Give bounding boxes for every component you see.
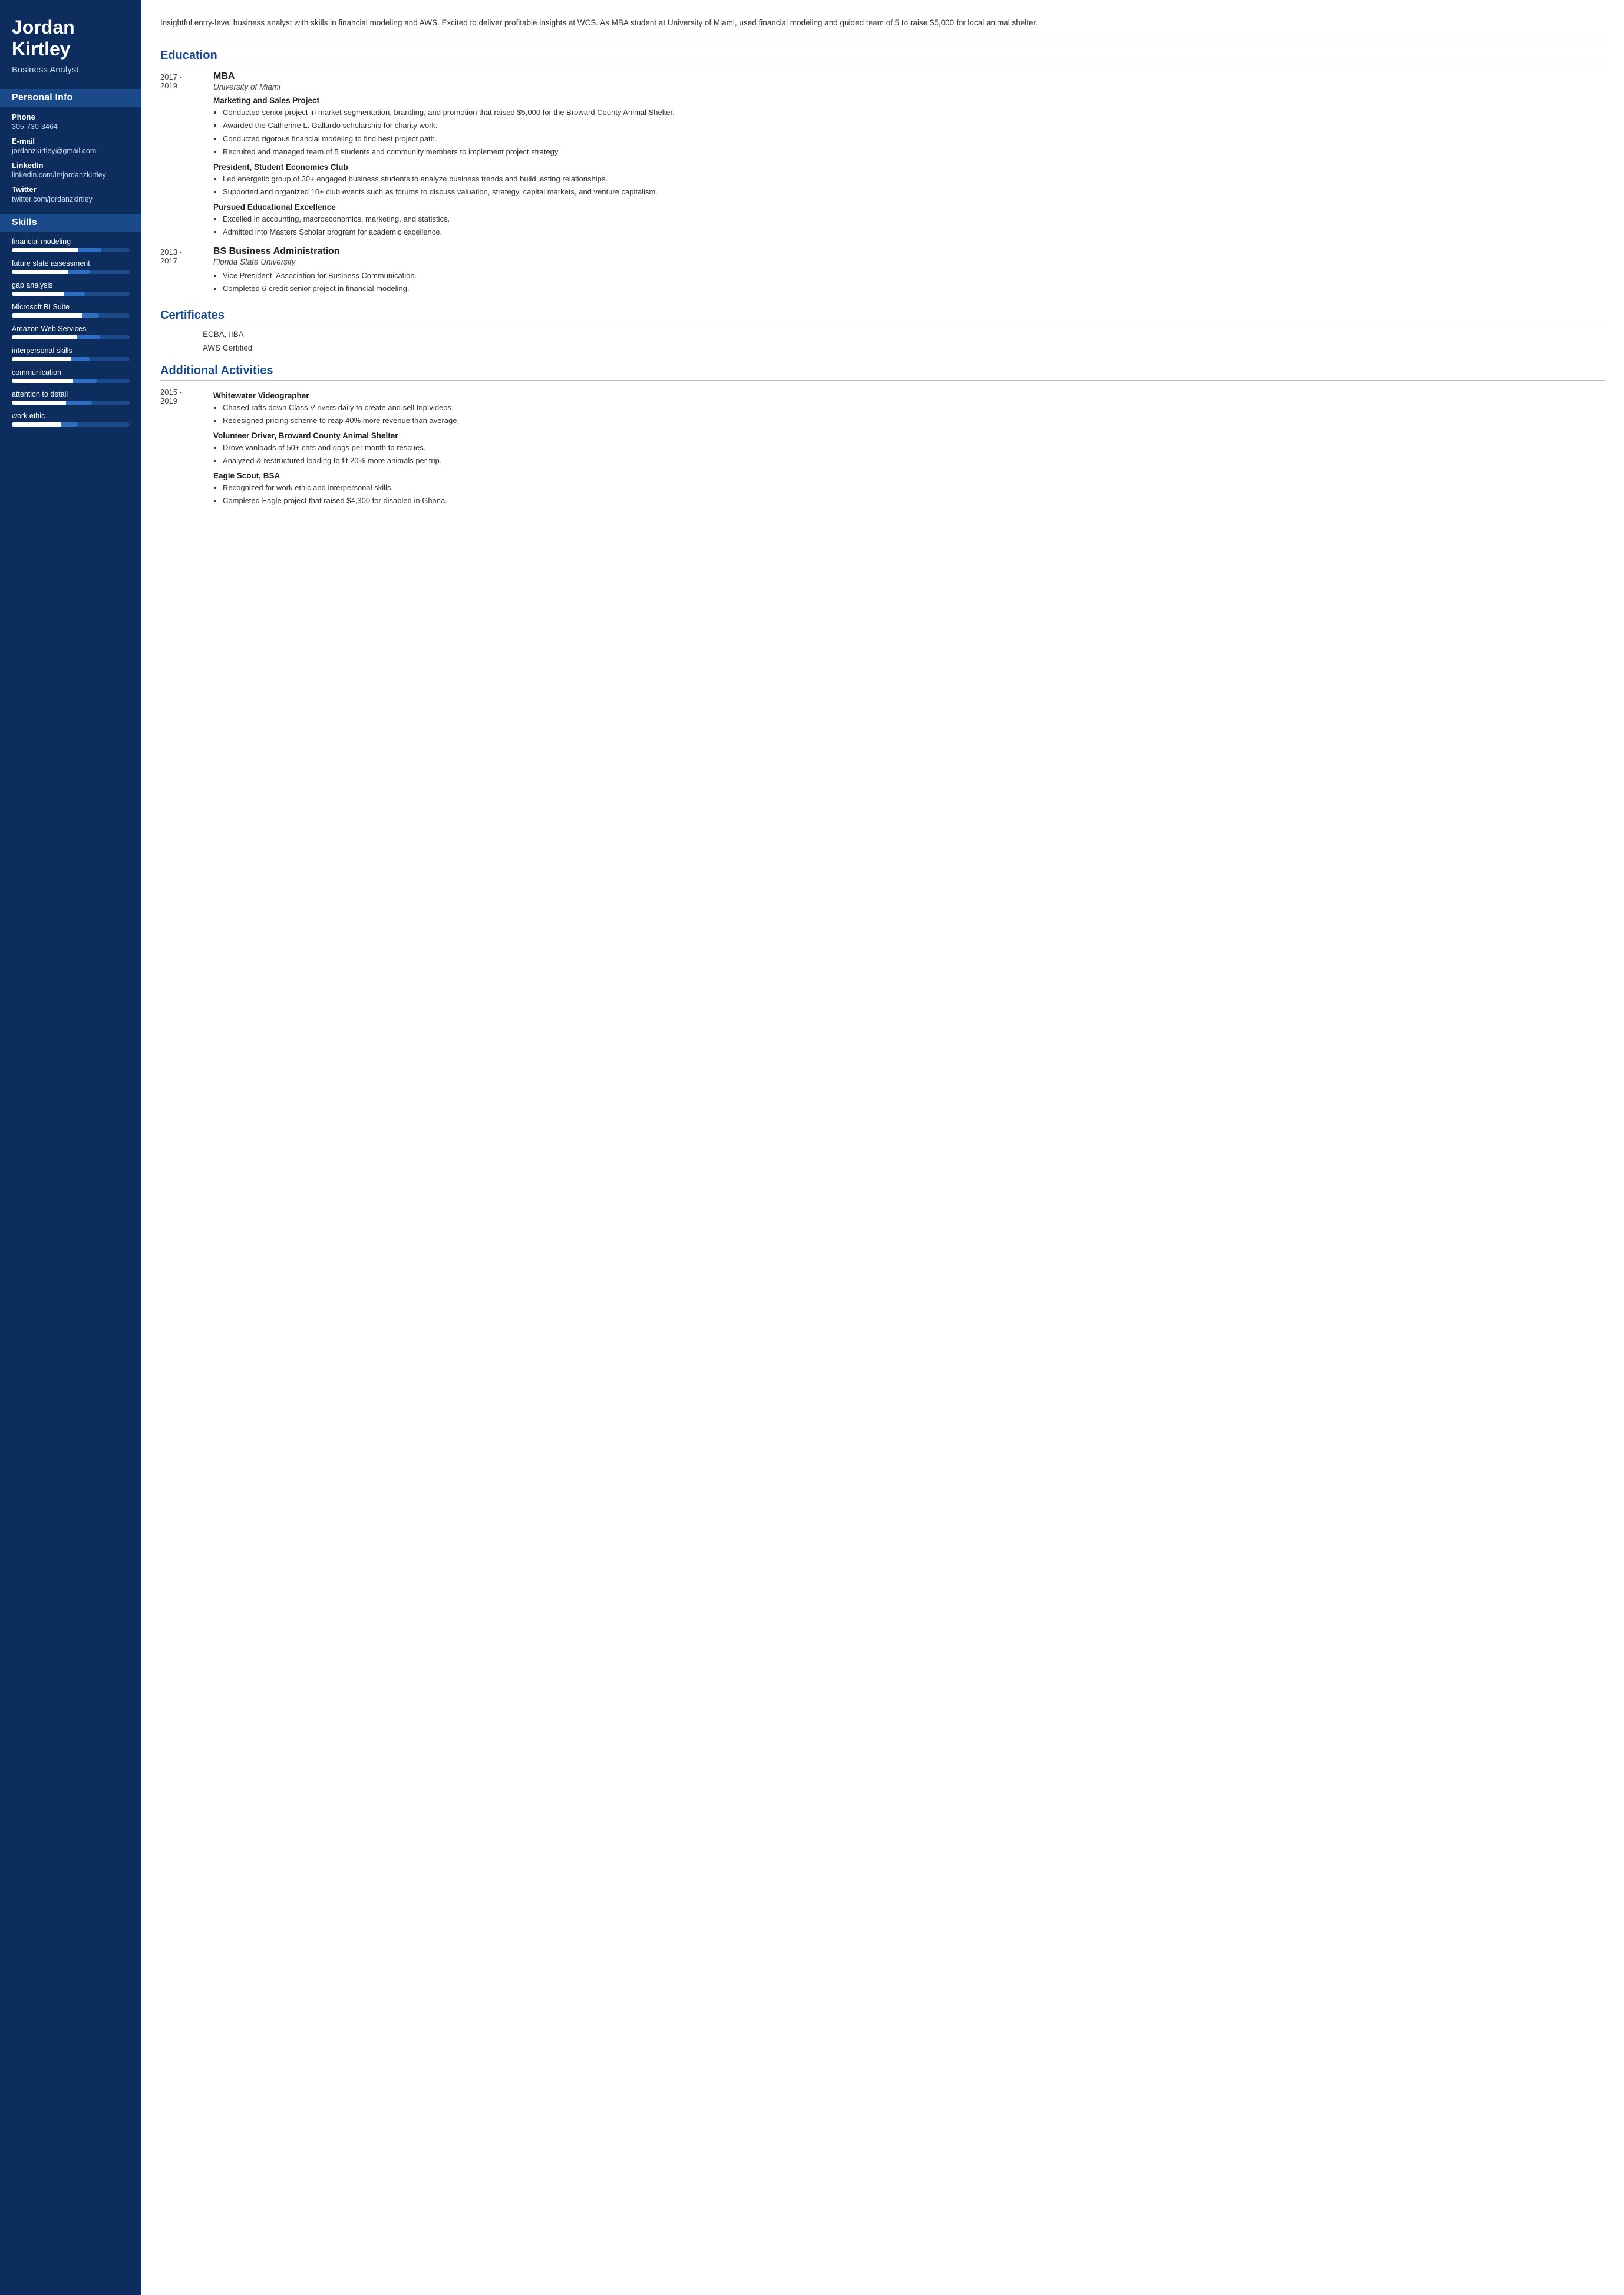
bullet-item: Led energetic group of 30+ engaged busin…	[223, 173, 1605, 185]
entry-dates: 2017 - 2019	[160, 71, 203, 240]
skill-bar	[12, 313, 130, 318]
skill-bar	[12, 379, 130, 383]
activity-sub-title: Whitewater Videographer	[213, 391, 1605, 400]
main-content: Insightful entry-level business analyst …	[141, 0, 1624, 2295]
personal-info-section: Phone 305-730-3464 E-mail jordanzkirtley…	[12, 113, 130, 203]
skill-bar	[12, 270, 130, 274]
skill-name: financial modeling	[12, 237, 130, 246]
entry-bullets: Vice President, Association for Business…	[213, 270, 1605, 295]
activity-bullets: Drove vanloads of 50+ cats and dogs per …	[213, 442, 1605, 467]
bullet-item: Awarded the Catherine L. Gallardo schola…	[223, 120, 1605, 131]
skill-bar	[12, 292, 130, 296]
activity-entry: 2015 - 2019 Whitewater Videographer Chased…	[160, 387, 1605, 509]
twitter-label: Twitter	[12, 185, 130, 194]
candidate-title: Business Analyst	[12, 65, 130, 75]
email-label: E-mail	[12, 137, 130, 146]
bullet-item: Redesigned pricing scheme to reap 40% mo…	[223, 415, 1605, 427]
activity-sub-title: Eagle Scout, BSA	[213, 471, 1605, 480]
activities-section: Additional Activities 2015 - 2019Whitewa…	[160, 364, 1605, 509]
phone-value: 305-730-3464	[12, 123, 130, 131]
sidebar: Jordan Kirtley Business Analyst Personal…	[0, 0, 141, 2295]
entry-bullets: Conducted senior project in market segme…	[213, 107, 1605, 158]
skill-item: financial modeling	[12, 237, 130, 252]
skill-name: interpersonal skills	[12, 346, 130, 355]
bullet-item: Recruited and managed team of 5 students…	[223, 146, 1605, 158]
linkedin-label: LinkedIn	[12, 161, 130, 170]
entry-content: Whitewater Videographer Chased rafts down…	[213, 387, 1605, 509]
entry-sub-title: President, Student Economics Club	[213, 163, 1605, 171]
skills-heading: Skills	[0, 214, 141, 232]
entry: 2017 - 2019 MBAUniversity of Miami Marketi…	[160, 71, 1605, 240]
entry-bullets: Excelled in accounting, macroeconomics, …	[213, 213, 1605, 238]
skill-item: Microsoft BI Suite	[12, 303, 130, 318]
entry-school: University of Miami	[213, 82, 1605, 91]
certificates-section: Certificates ECBA, IIBA AWS Certified	[160, 309, 1605, 352]
bullet-item: Vice President, Association for Business…	[223, 270, 1605, 282]
education-section: Education 2017 - 2019MBAUniversity of Mi…	[160, 49, 1605, 297]
skill-item: attention to detail	[12, 390, 130, 405]
personal-info-heading: Personal Info	[0, 89, 141, 107]
skill-item: work ethic	[12, 412, 130, 427]
entry-content: MBAUniversity of Miami Marketing and Sale…	[213, 71, 1605, 240]
twitter-value: twitter.com/jordanzkirtley	[12, 195, 130, 203]
activity-bullets: Recognized for work ethic and interperso…	[213, 482, 1605, 507]
summary-text: Insightful entry-level business analyst …	[160, 16, 1605, 38]
certificate-item: AWS Certified	[160, 344, 1605, 352]
bullet-item: Excelled in accounting, macroeconomics, …	[223, 213, 1605, 225]
certificates-heading: Certificates	[160, 309, 1605, 325]
skill-item: interpersonal skills	[12, 346, 130, 361]
entry-dates: 2013 - 2017	[160, 246, 203, 297]
activity-bullets: Chased rafts down Class V rivers daily t…	[213, 402, 1605, 427]
skill-item: gap analysis	[12, 281, 130, 296]
skill-bar	[12, 248, 130, 252]
entry-sub-title: Pursued Educational Excellence	[213, 203, 1605, 212]
bullet-item: Supported and organized 10+ club events …	[223, 186, 1605, 198]
entry-sub-title: Marketing and Sales Project	[213, 96, 1605, 105]
bullet-item: Recognized for work ethic and interperso…	[223, 482, 1605, 494]
entry-degree: MBA	[213, 71, 1605, 82]
entry-dates: 2015 - 2019	[160, 387, 203, 509]
activity-sub-title: Volunteer Driver, Broward County Animal …	[213, 431, 1605, 440]
entry: 2013 - 2017BS Business AdministrationFlo…	[160, 246, 1605, 297]
skill-name: work ethic	[12, 412, 130, 420]
email-value: jordanzkirtley@gmail.com	[12, 147, 130, 155]
skill-bar	[12, 422, 130, 427]
bullet-item: Admitted into Masters Scholar program fo…	[223, 226, 1605, 238]
skill-name: communication	[12, 368, 130, 377]
skill-name: future state assessment	[12, 259, 130, 268]
entry-bullets: Led energetic group of 30+ engaged busin…	[213, 173, 1605, 198]
skill-name: Microsoft BI Suite	[12, 303, 130, 311]
bullet-item: Completed Eagle project that raised $4,3…	[223, 495, 1605, 507]
skill-item: communication	[12, 368, 130, 383]
bullet-item: Analyzed & restructured loading to fit 2…	[223, 455, 1605, 467]
skill-item: future state assessment	[12, 259, 130, 274]
skill-bar	[12, 335, 130, 339]
skill-name: Amazon Web Services	[12, 325, 130, 333]
certificate-item: ECBA, IIBA	[160, 330, 1605, 339]
skills-section: financial modeling future state assessme…	[12, 237, 130, 427]
bullet-item: Conducted rigorous financial modeling to…	[223, 133, 1605, 145]
skill-bar	[12, 401, 130, 405]
bullet-item: Drove vanloads of 50+ cats and dogs per …	[223, 442, 1605, 454]
activities-heading: Additional Activities	[160, 364, 1605, 381]
entry-degree: BS Business Administration	[213, 246, 1605, 257]
bullet-item: Chased rafts down Class V rivers daily t…	[223, 402, 1605, 414]
entry-school: Florida State University	[213, 257, 1605, 266]
skill-name: gap analysis	[12, 281, 130, 289]
linkedin-value: linkedin.com/in/jordanzkirtley	[12, 171, 130, 179]
bullet-item: Conducted senior project in market segme…	[223, 107, 1605, 118]
bullet-item: Completed 6-credit senior project in fin…	[223, 283, 1605, 295]
entry-content: BS Business AdministrationFlorida State …	[213, 246, 1605, 297]
skill-bar	[12, 357, 130, 361]
skill-item: Amazon Web Services	[12, 325, 130, 339]
candidate-name: Jordan Kirtley	[12, 16, 130, 60]
phone-label: Phone	[12, 113, 130, 121]
skill-name: attention to detail	[12, 390, 130, 398]
education-heading: Education	[160, 49, 1605, 65]
